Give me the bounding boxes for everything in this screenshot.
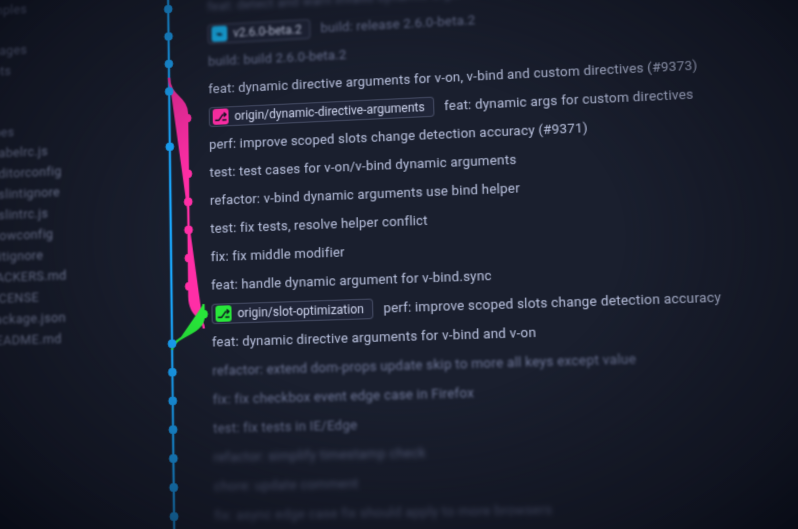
badge-label: origin/dynamic-directive-arguments [234, 100, 425, 123]
commit-message: fix: fix middle modifier [211, 245, 345, 265]
branch-badge[interactable]: ⎇ origin/slot-optimization [211, 299, 373, 325]
badge-label: origin/slot-optimization [237, 302, 364, 320]
tree-file-label: .gitignore [0, 248, 43, 265]
commit-message: refactor: simplify timestamp check [213, 445, 426, 465]
commit-message: fix: async edge case fix should apply to… [214, 502, 552, 524]
branch-icon: ⎇ [215, 305, 231, 322]
tree-file-label: .eslintrc.js [0, 207, 48, 224]
tree-folder-label: types [0, 125, 14, 141]
commit-message: perf: improve scoped slots change detect… [383, 290, 721, 317]
tree-folder-label: examples [0, 2, 27, 19]
commit-message: refactor: extend dom-props update skip t… [212, 351, 636, 378]
branch-icon: ⎇ [213, 108, 229, 125]
tree-file-label: .eslintignore [0, 185, 60, 203]
commit-message: build: build 2.6.0-beta.2 [208, 47, 347, 69]
tree-file-label: BACKERS.md [0, 269, 67, 287]
tree-file-label: package.json [0, 311, 66, 329]
commit-list: build: build 2.6.0-beta.3build: fix feat… [110, 0, 798, 529]
commit-message: chore: update comment [214, 476, 359, 494]
tag-icon: ⌁ [211, 25, 227, 42]
tree-file-label: .flowconfig [0, 227, 53, 244]
commit-message: test: fix tests in IE/Edge [213, 417, 357, 436]
git-graph-pane: build: build 2.6.0-beta.3build: fix feat… [109, 0, 798, 529]
tree-file-label: .babelrc.js [0, 144, 48, 161]
tree-folder-label: scripts [0, 64, 11, 81]
badge-label: v2.6.0-beta.2 [233, 23, 302, 40]
commit-message: feat: dynamic directive arguments for v-… [212, 325, 537, 350]
commit-message: feat: handle dynamic argument for v-bind… [211, 268, 492, 293]
file-explorer: benchmarksdistexamplesflowpackagesscript… [0, 0, 115, 529]
tree-folder-label: packages [0, 43, 27, 60]
commit-message: build: release 2.6.0-beta.2 [320, 13, 475, 36]
tree-file-label: LICENSE [0, 290, 39, 307]
tag-badge[interactable]: ⌁ v2.6.0-beta.2 [207, 19, 310, 44]
tree-file-label: README.md [0, 332, 62, 349]
tree-file-label: .editorconfig [0, 164, 62, 182]
commit-message: fix: fix checkbox event edge case in Fir… [213, 385, 475, 407]
commit-message: test: fix tests, resolve helper conflict [210, 213, 428, 237]
tree-file[interactable]: README.md [0, 327, 113, 353]
